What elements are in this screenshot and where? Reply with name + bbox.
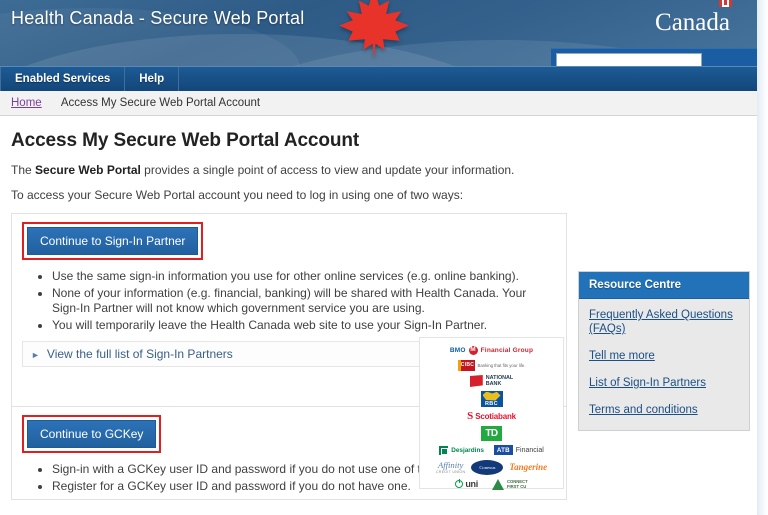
scotiabank-label: Scotiabank <box>475 412 516 421</box>
desjardins-square-icon <box>439 446 448 455</box>
connect-first-label: CONNECT FIRST CU <box>507 479 528 489</box>
scotiabank-s-icon: S <box>467 411 473 422</box>
national-bank-label: NATIONAL BANK <box>486 375 513 387</box>
cibc-logo: CIBC Banking that fits your life. <box>458 360 526 371</box>
canada-flag-icon <box>719 0 732 7</box>
logo-row-bmo: BMO Financial Group <box>424 343 559 357</box>
resource-centre-panel: Resource Centre Frequently Asked Questio… <box>578 271 750 431</box>
breadcrumb-current: Access My Secure Web Portal Account <box>61 97 260 109</box>
td-square-icon: TD <box>481 426 502 441</box>
logo-row-cibc: CIBC Banking that fits your life. <box>424 357 559 373</box>
desjardins-logo: Desjardins <box>439 446 484 455</box>
desjardins-label: Desjardins <box>451 447 484 454</box>
bmo-financial-group-logo: BMO Financial Group <box>450 346 533 355</box>
cibc-square-icon: CIBC <box>458 360 475 371</box>
expander-label: View the full list of Sign-In Partners <box>47 347 233 361</box>
rbc-lion-glyph <box>483 392 501 401</box>
intro-paragraph-2: To access your Secure Web Portal account… <box>11 188 567 203</box>
rbc-label: RBC <box>481 401 503 407</box>
triangle-right-icon: ► <box>31 350 40 360</box>
uni-label: uni <box>465 479 478 489</box>
conexus-credit-union-logo: Conexus <box>471 460 503 475</box>
logo-row-rbc: RBC <box>424 389 559 408</box>
signin-partner-bullet-list: Use the same sign-in information you use… <box>22 269 556 333</box>
cibc-tagline: Banking that fits your life. <box>478 363 526 368</box>
uni-ring-icon <box>455 480 463 488</box>
main-region: Access My Secure Web Portal Account The … <box>0 116 757 515</box>
logo-row-uni-connectfirst: uni CONNECT FIRST CU <box>424 476 559 492</box>
tangerine-wordmark-icon: Tangerine <box>509 462 547 472</box>
affinity-wordmark-icon: Affinity <box>438 461 463 470</box>
continue-to-gckey-button[interactable]: Continue to GCKey <box>27 420 156 448</box>
tangerine-logo: Tangerine <box>509 462 547 472</box>
connect-first-line2: FIRST CU <box>507 484 526 489</box>
resource-centre-links: Frequently Asked Questions (FAQs) Tell m… <box>579 299 749 430</box>
bmo-label: BMO <box>450 347 466 354</box>
rbc-royal-bank-logo: RBC <box>481 391 503 407</box>
nav-item-enabled-services[interactable]: Enabled Services <box>0 67 125 92</box>
intro-post: provides a single point of access to vie… <box>141 163 515 177</box>
resource-centre-title: Resource Centre <box>579 272 749 299</box>
canada-wordmark-text: Canada <box>655 9 730 36</box>
connect-first-credit-union-logo: CONNECT FIRST CU <box>492 479 528 490</box>
connect-triangle-icon <box>492 479 504 490</box>
site-title: Health Canada - Secure Web Portal <box>11 6 311 31</box>
atb-financial-logo: ATB Financial <box>494 445 544 455</box>
gckey-button-highlight: Continue to GCKey <box>22 415 161 453</box>
national-bank-flag-icon <box>470 375 483 387</box>
affinity-credit-union-logo: Affinity CREDIT UNION <box>436 461 466 474</box>
logo-row-national-bank: NATIONAL BANK <box>424 373 559 389</box>
td-canada-trust-logo: TD <box>481 426 502 441</box>
national-bank-logo: NATIONAL BANK <box>470 375 513 387</box>
national-bank-line2: BANK <box>486 381 502 387</box>
canada-wordmark: Canada <box>655 10 743 35</box>
resource-link-faqs[interactable]: Frequently Asked Questions (FAQs) <box>589 308 739 336</box>
portal-page: Health Canada - Secure Web Portal Canada… <box>0 0 768 515</box>
logo-row-td: TD <box>424 424 559 442</box>
list-item: None of your information (e.g. financial… <box>52 286 556 317</box>
intro-bold: Secure Web Portal <box>35 163 141 177</box>
bmo-roundel-icon <box>469 346 478 355</box>
list-item: Use the same sign-in information you use… <box>52 269 556 285</box>
conexus-oval-icon: Conexus <box>471 460 503 475</box>
main-navigation: Enabled Services Help <box>0 66 757 91</box>
resource-link-terms-and-conditions[interactable]: Terms and conditions <box>589 403 739 417</box>
atb-badge-icon: ATB <box>494 445 513 455</box>
intro-pre: The <box>11 163 35 177</box>
logo-row-desjardins-atb: Desjardins ATB Financial <box>424 442 559 458</box>
nav-item-help[interactable]: Help <box>125 67 179 92</box>
breadcrumb-home-link[interactable]: Home <box>11 97 42 109</box>
conexus-label: Conexus <box>479 465 495 470</box>
view-full-partner-list-expander[interactable]: ► View the full list of Sign-In Partners <box>22 341 420 367</box>
atb-label: Financial <box>516 447 544 454</box>
breadcrumb: Home Access My Secure Web Portal Account <box>0 91 757 116</box>
list-item: You will temporarily leave the Health Ca… <box>52 318 556 334</box>
intro-paragraph-1: The Secure Web Portal provides a single … <box>11 163 567 178</box>
logo-row-scotiabank: S Scotiabank <box>424 408 559 424</box>
scotiabank-logo: S Scotiabank <box>467 411 516 422</box>
bmo-sublabel: Financial Group <box>481 347 533 354</box>
page-title: Access My Secure Web Portal Account <box>11 130 567 152</box>
resource-link-tell-me-more[interactable]: Tell me more <box>589 349 739 363</box>
sign-in-partner-logos: BMO Financial Group CIBC Banking that fi… <box>419 337 564 489</box>
uni-logo: uni <box>455 479 478 489</box>
maple-leaf-icon <box>336 0 412 62</box>
resource-link-list-of-signin-partners[interactable]: List of Sign-In Partners <box>589 376 739 390</box>
affinity-sublabel: CREDIT UNION <box>436 470 466 474</box>
nav-filler <box>179 67 757 91</box>
continue-to-signin-partner-button[interactable]: Continue to Sign-In Partner <box>27 227 198 255</box>
logo-row-affinity-conexus-tangerine: Affinity CREDIT UNION Conexus Tangerine <box>424 458 559 476</box>
signin-partner-button-highlight: Continue to Sign-In Partner <box>22 222 203 260</box>
rbc-lion-shield-icon: RBC <box>481 391 503 407</box>
